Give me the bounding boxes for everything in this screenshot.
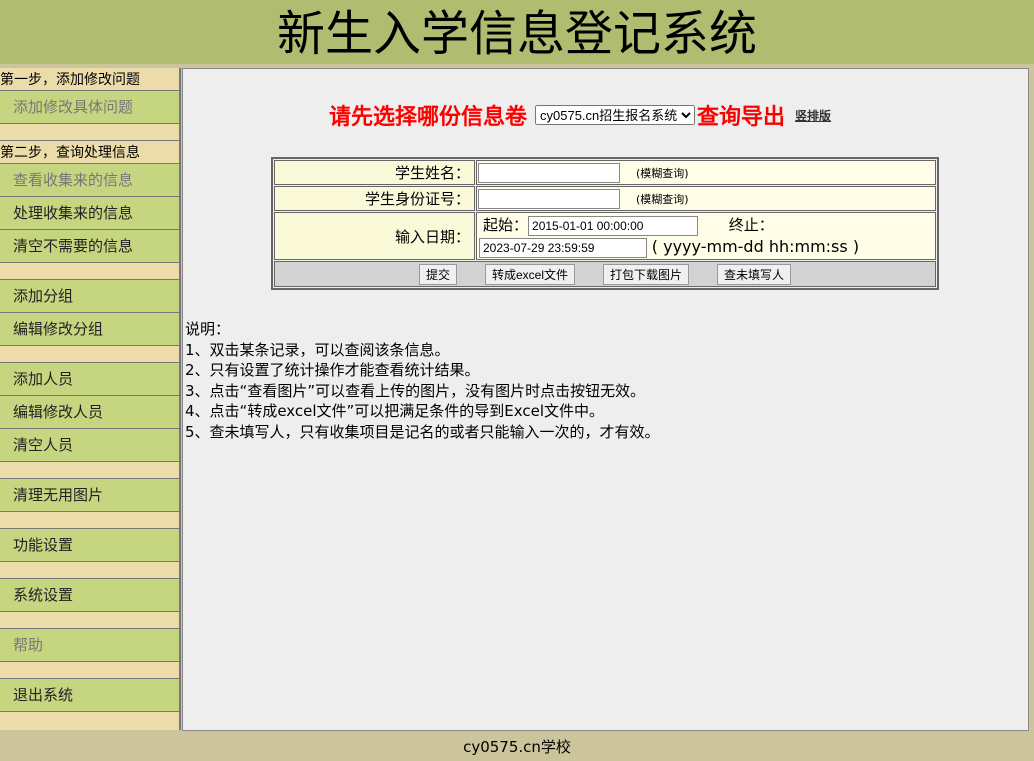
- query-form: 学生姓名： (模糊查询) 学生身份证号： (模糊查询) 输入日期： 起始： 终止…: [271, 157, 939, 290]
- vertical-layout-link[interactable]: 竖排版: [795, 107, 831, 124]
- date-format-hint: ( yyyy-mm-dd hh:mm:ss ): [651, 237, 860, 256]
- id-label: 学生身份证号：: [274, 186, 475, 211]
- sidebar-item[interactable]: 处理收集来的信息: [0, 197, 179, 230]
- footer-text: cy0575.cn学校: [463, 738, 571, 756]
- student-name-input[interactable]: [478, 162, 620, 183]
- sidebar-item[interactable]: 退出系统: [0, 679, 179, 712]
- sidebar-spacer: [0, 462, 179, 479]
- sidebar-item[interactable]: 系统设置: [0, 579, 179, 612]
- start-label: 起始：: [483, 216, 529, 234]
- select-prompt: 请先选择哪份信息卷: [329, 105, 528, 130]
- sidebar-item[interactable]: 添加人员: [0, 363, 179, 396]
- instruction-line: 说明：: [185, 320, 231, 338]
- sidebar-item[interactable]: 编辑修改人员: [0, 396, 179, 429]
- instruction-line: 3、点击“查看图片”可以查看上传的图片，没有图片时点击按钮无效。: [185, 381, 646, 400]
- end-label: 终止：: [728, 216, 774, 234]
- name-label: 学生姓名：: [274, 160, 475, 185]
- sidebar-spacer: [0, 124, 179, 141]
- sidebar-section-heading: 第二步，查询处理信息: [0, 141, 179, 164]
- sidebar-spacer: [0, 346, 179, 363]
- sidebar-spacer: [0, 512, 179, 529]
- sidebar-item[interactable]: 添加修改具体问题: [0, 91, 179, 124]
- sidebar-item[interactable]: 清空人员: [0, 429, 179, 462]
- survey-selector-bar: 请先选择哪份信息卷 cy0575.cn招生报名系统 查询导出 竖排版: [329, 99, 831, 131]
- download-images-button[interactable]: 打包下载图片: [603, 263, 690, 285]
- instruction-line: 4、点击“转成excel文件”可以把满足条件的导到Excel文件中。: [185, 402, 605, 420]
- sidebar-spacer: [0, 662, 179, 679]
- submit-button[interactable]: 提交: [418, 263, 457, 285]
- fuzzy-hint: (模糊查询): [636, 166, 689, 180]
- instruction-line: 5、查未填写人，只有收集项目是记名的或者只能输入一次的，才有效。: [185, 422, 660, 441]
- query-export-heading: 查询导出: [697, 105, 786, 130]
- instruction-line: 2、只有设置了统计操作才能查看统计结果。: [185, 361, 480, 379]
- sidebar-spacer: [0, 612, 179, 629]
- sidebar-item[interactable]: 帮助: [0, 629, 179, 662]
- main-panel: 请先选择哪份信息卷 cy0575.cn招生报名系统 查询导出 竖排版 学生姓名：…: [182, 68, 1029, 731]
- find-unfilled-button[interactable]: 查未填写人: [717, 263, 792, 285]
- fuzzy-hint: (模糊查询): [636, 192, 689, 206]
- sidebar-spacer: [0, 562, 179, 579]
- sidebar-spacer: [0, 263, 179, 280]
- sidebar-item[interactable]: 查看收集来的信息: [0, 164, 179, 197]
- page-header: 新生入学信息登记系统: [0, 0, 1034, 64]
- instruction-line: 1、双击某条记录，可以查阅该条信息。: [185, 340, 450, 359]
- footer: cy0575.cn学校: [0, 733, 1034, 761]
- instructions: 说明： 1、双击某条记录，可以查阅该条信息。 2、只有设置了统计操作才能查看统计结果…: [185, 319, 660, 442]
- sidebar-item[interactable]: 清空不需要的信息: [0, 230, 179, 263]
- start-date-input[interactable]: [528, 216, 699, 236]
- sidebar-item[interactable]: 清理无用图片: [0, 479, 179, 512]
- sidebar-item[interactable]: 编辑修改分组: [0, 313, 179, 346]
- sidebar-item[interactable]: 功能设置: [0, 529, 179, 562]
- sidebar: 第一步，添加修改问题 添加修改具体问题第二步，查询处理信息 查看收集来的信息 处理收集…: [0, 68, 181, 730]
- sidebar-section-heading: 第一步，添加修改问题: [0, 68, 179, 91]
- export-excel-button[interactable]: 转成excel文件: [484, 263, 575, 285]
- end-date-input[interactable]: [479, 238, 647, 258]
- survey-select[interactable]: cy0575.cn招生报名系统: [535, 105, 696, 125]
- sidebar-item[interactable]: 添加分组: [0, 280, 179, 313]
- student-id-input[interactable]: [478, 188, 620, 209]
- app-title: 新生入学信息登记系统: [276, 6, 757, 62]
- date-label: 输入日期：: [274, 212, 475, 260]
